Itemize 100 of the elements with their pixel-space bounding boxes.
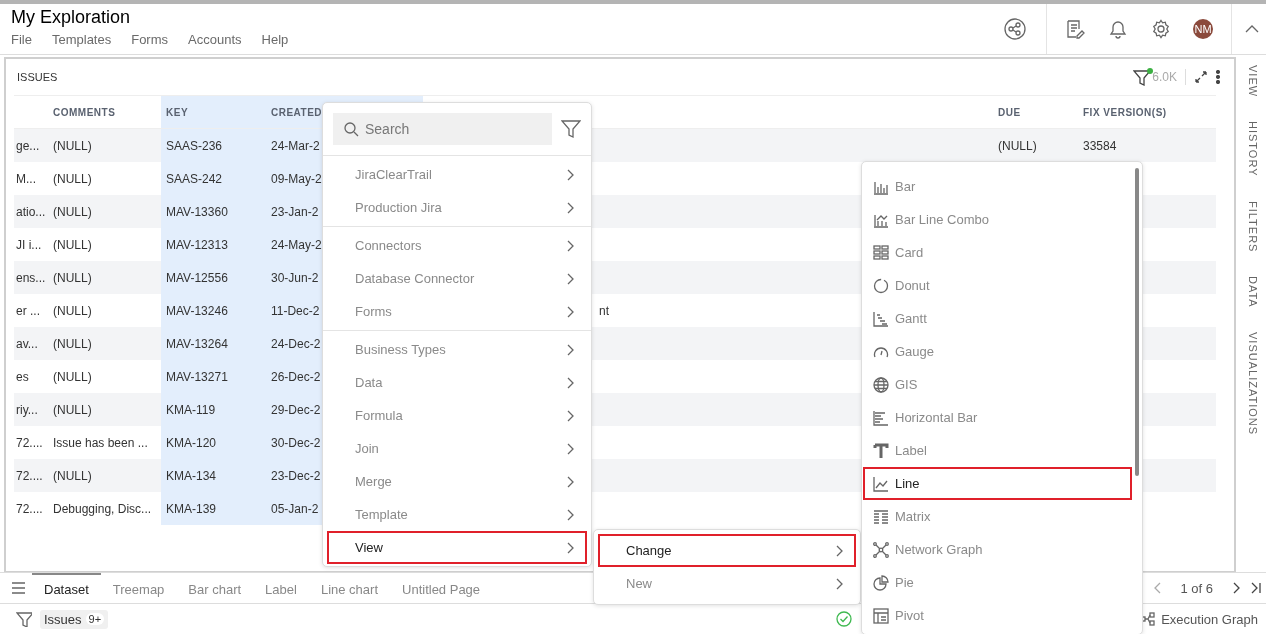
search-field[interactable]: Search — [333, 113, 552, 145]
menu-item[interactable]: GIS — [863, 368, 1132, 401]
menu-item[interactable]: Template — [327, 498, 587, 531]
table-cell: Debugging, Disc... — [53, 501, 152, 516]
table-cell: atio... — [16, 204, 46, 219]
chevron-right-icon — [566, 540, 575, 555]
table-cell: ge... — [16, 138, 40, 153]
table-cell: KMA-119 — [166, 402, 216, 417]
table-cell: MAV-12556 — [166, 270, 228, 285]
notifications-icon[interactable] — [1107, 19, 1129, 39]
menu-item[interactable]: View — [327, 531, 587, 564]
menu-item[interactable]: Forms — [131, 32, 169, 47]
menu-item[interactable]: Database Connector — [327, 262, 587, 295]
menu-item[interactable]: Network Graph — [863, 533, 1132, 566]
page-tab[interactable]: Bar chart — [176, 573, 254, 603]
line-chart-icon — [873, 475, 889, 492]
menu-item[interactable]: Bar — [863, 170, 1132, 203]
table-cell: KMA-134 — [166, 468, 217, 483]
expand-icon[interactable] — [1194, 70, 1208, 84]
menu-item[interactable]: Label — [863, 434, 1132, 467]
table-cell: (NULL) — [53, 237, 92, 252]
chevron-right-icon — [566, 167, 575, 182]
side-tab[interactable]: DATA — [1247, 276, 1259, 308]
side-tab[interactable]: VISUALIZATIONS — [1247, 331, 1259, 435]
table-cell: 11-Dec-2 — [271, 303, 320, 318]
menu-item[interactable]: Forms — [327, 295, 587, 328]
menu-item[interactable]: Join — [327, 432, 587, 465]
chevron-right-icon — [566, 474, 575, 489]
share-icon[interactable] — [1004, 18, 1026, 40]
table-cell: av... — [16, 336, 38, 351]
menu-item[interactable]: Templates — [51, 32, 112, 47]
menu-item[interactable]: Change — [598, 534, 856, 567]
next-page-icon[interactable] — [1231, 581, 1241, 595]
filter-chip[interactable]: Issues 9+ — [40, 609, 109, 629]
column-header[interactable]: FIX VERSION(S) — [1083, 106, 1167, 118]
menu-item[interactable]: Line — [863, 467, 1132, 500]
window-title: My Exploration — [11, 6, 132, 28]
network-icon — [873, 541, 889, 558]
chevron-right-icon — [566, 271, 575, 286]
menu-item[interactable]: Gantt — [863, 302, 1132, 335]
user-avatar[interactable]: NM — [1193, 19, 1213, 39]
page-tab[interactable]: Untitled Page — [390, 573, 493, 603]
menu-item[interactable]: Business Types — [327, 333, 587, 366]
menu-item[interactable]: Matrix — [863, 500, 1132, 533]
menu-item[interactable]: Gauge — [863, 335, 1132, 368]
menu-item[interactable]: Bar Line Combo — [863, 203, 1132, 236]
menu-item[interactable]: Horizontal Bar — [863, 401, 1132, 434]
pie-chart-icon — [873, 574, 889, 591]
note-edit-icon[interactable] — [1065, 19, 1085, 39]
filter-icon[interactable] — [561, 119, 581, 139]
page-tab[interactable]: Line chart — [308, 573, 390, 603]
table-cell: MAV-13360 — [166, 204, 228, 219]
column-header[interactable]: COMMENTS — [53, 106, 116, 118]
menu-item[interactable]: Help — [261, 32, 289, 47]
menu-item[interactable]: Card — [863, 236, 1132, 269]
menu-item[interactable]: Donut — [863, 269, 1132, 302]
menu-item[interactable]: Connectors — [327, 229, 587, 262]
menu-item[interactable]: Pivot — [863, 599, 1132, 632]
menu-item[interactable]: File — [11, 32, 32, 47]
settings-icon[interactable] — [1151, 19, 1171, 39]
side-tab[interactable]: VIEW — [1247, 65, 1259, 98]
menu-icon[interactable] — [11, 580, 26, 596]
table-cell: 24-May-2 — [271, 237, 322, 252]
chevron-right-icon — [835, 576, 844, 591]
more-options-icon[interactable] — [1216, 70, 1220, 84]
menu-item[interactable]: Production Jira — [327, 191, 587, 224]
column-header[interactable]: DUE — [998, 106, 1021, 118]
menu-item[interactable]: Pie — [863, 566, 1132, 599]
column-header[interactable]: CREATED — [271, 106, 323, 118]
page-tab[interactable]: Dataset — [32, 573, 101, 603]
table-cell: (NULL) — [998, 138, 1037, 153]
table-cell: 72.... — [16, 468, 43, 483]
filter-button[interactable] — [1133, 68, 1152, 86]
table-cell: MAV-12313 — [166, 237, 228, 252]
last-page-icon[interactable] — [1251, 581, 1262, 595]
page-tab[interactable]: Label — [253, 573, 309, 603]
table-cell: JI i... — [16, 237, 42, 252]
menu-item[interactable]: New — [598, 567, 856, 600]
chevron-right-icon — [566, 200, 575, 215]
filter-icon[interactable] — [16, 611, 32, 627]
menu-item[interactable]: JiraClearTrail — [327, 158, 587, 191]
side-tab[interactable]: HISTORY — [1247, 121, 1259, 177]
table-cell: 05-Jan-2 — [271, 501, 319, 516]
table-cell: 29-Dec-2 — [271, 402, 321, 417]
menu-item[interactable]: Accounts — [188, 32, 242, 47]
table-cell: 72.... — [16, 501, 43, 516]
chevron-right-icon — [566, 441, 575, 456]
menu-item[interactable]: Data — [327, 366, 587, 399]
grid-icon — [873, 244, 889, 261]
page-tab[interactable]: Treemap — [100, 573, 177, 603]
chevron-right-icon — [566, 342, 575, 357]
success-check-icon — [836, 611, 853, 627]
scrollbar[interactable] — [1135, 168, 1139, 476]
side-tab[interactable]: FILTERS — [1247, 200, 1259, 253]
table-cell: KMA-120 — [166, 435, 217, 450]
menu-item[interactable]: Formula — [327, 399, 587, 432]
search-icon — [343, 121, 359, 137]
menu-item[interactable]: Merge — [327, 465, 587, 498]
execution-graph-button[interactable]: Execution Graph — [1140, 611, 1258, 627]
column-header[interactable]: KEY — [166, 106, 189, 118]
